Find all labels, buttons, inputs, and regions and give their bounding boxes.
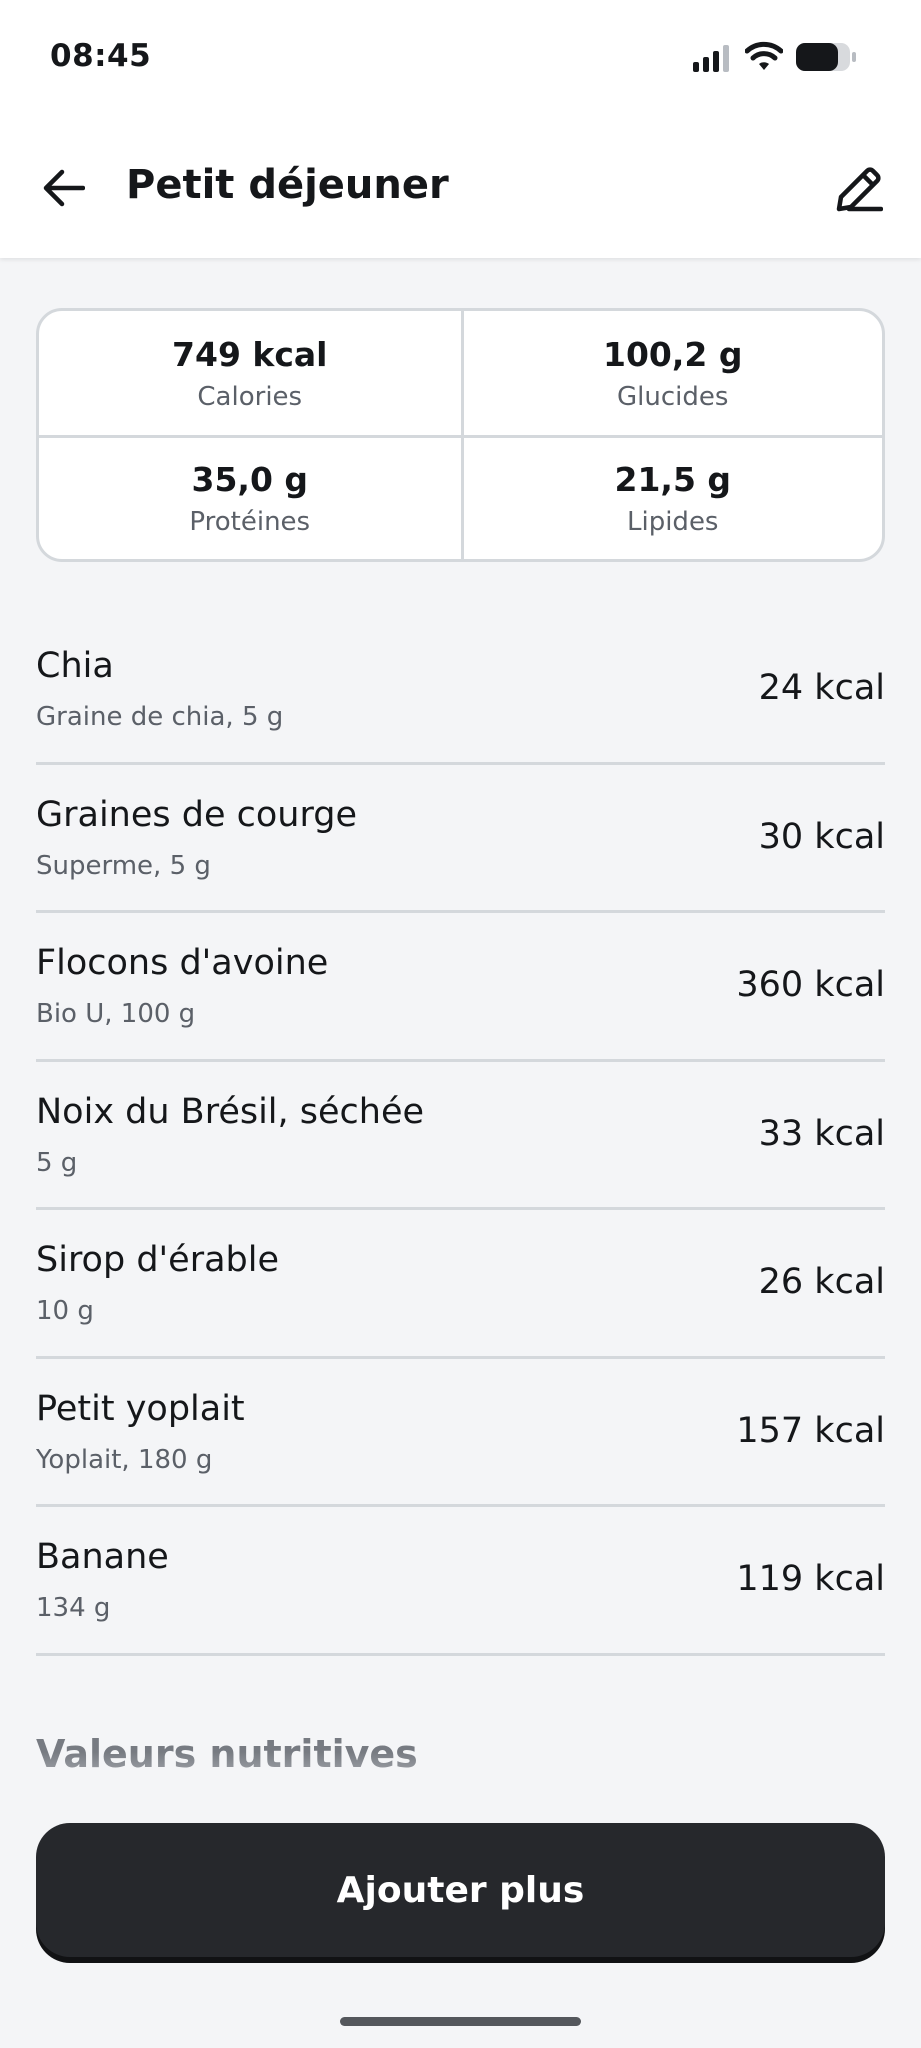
edit-button[interactable]	[830, 160, 888, 218]
food-detail: Yoplait, 180 g	[36, 1444, 213, 1475]
food-kcal: 119 kcal	[736, 1559, 885, 1599]
scroll-fade	[0, 1752, 921, 1812]
food-item[interactable]: Flocons d'avoine Bio U, 100 g 360 kcal	[36, 913, 885, 1062]
battery-icon	[796, 43, 856, 71]
food-item[interactable]: Banane 134 g 119 kcal	[36, 1507, 885, 1656]
food-item[interactable]: Petit yoplait Yoplait, 180 g 157 kcal	[36, 1359, 885, 1507]
food-name: Sirop d'érable	[36, 1240, 280, 1280]
summary-label: Glucides	[617, 381, 729, 412]
summary-label: Lipides	[627, 507, 719, 537]
food-item[interactable]: Chia Graine de chia, 5 g 24 kcal	[36, 616, 885, 765]
summary-value: 749 kcal	[172, 334, 328, 374]
food-detail: Graine de chia, 5 g	[36, 702, 284, 732]
food-item[interactable]: Sirop d'érable 10 g 26 kcal	[36, 1210, 885, 1359]
status-time: 08:45	[50, 38, 152, 74]
food-detail: Bio U, 100 g	[36, 999, 196, 1029]
summary-label: Calories	[197, 381, 303, 412]
food-kcal: 157 kcal	[736, 1410, 885, 1451]
food-detail: 10 g	[36, 1296, 94, 1326]
food-detail: Superme, 5 g	[36, 850, 211, 881]
wifi-icon	[745, 41, 783, 70]
summary-carbs: 100,2 g Glucides	[460, 311, 883, 435]
summary-protein: 35,0 g Protéines	[39, 435, 461, 559]
food-kcal: 360 kcal	[736, 965, 885, 1005]
arrow-left-icon	[43, 169, 85, 207]
food-name: Banane	[36, 1537, 169, 1577]
pencil-icon	[836, 167, 883, 212]
home-indicator	[340, 2017, 581, 2026]
food-detail: 5 g	[36, 1147, 78, 1178]
add-more-button[interactable]: Ajouter plus	[36, 1823, 885, 1957]
summary-fat: 21,5 g Lipides	[460, 435, 882, 559]
food-name: Petit yoplait	[36, 1388, 245, 1429]
food-name: Noix du Brésil, séchée	[36, 1091, 425, 1132]
back-button[interactable]	[36, 160, 92, 216]
cellular-signal-icon	[693, 45, 729, 72]
top-bar: 08:45 Petit déjeuner	[0, 0, 921, 258]
food-kcal: 33 kcal	[758, 1113, 885, 1154]
screen: 08:45 Petit déjeuner 749 kcal Calories 1…	[0, 0, 921, 2048]
food-kcal: 24 kcal	[758, 668, 885, 708]
summary-value: 35,0 g	[191, 460, 309, 499]
food-detail: 134 g	[36, 1593, 111, 1623]
page-title: Petit déjeuner	[126, 162, 449, 208]
food-kcal: 30 kcal	[758, 816, 885, 857]
food-item[interactable]: Noix du Brésil, séchée 5 g 33 kcal	[36, 1062, 885, 1210]
food-name: Graines de courge	[36, 794, 357, 835]
food-kcal: 26 kcal	[758, 1262, 885, 1302]
food-name: Flocons d'avoine	[36, 943, 329, 983]
nutrition-summary-card: 749 kcal Calories 100,2 g Glucides 35,0 …	[36, 308, 885, 562]
summary-value: 100,2 g	[603, 334, 743, 374]
food-name: Chia	[36, 646, 114, 686]
food-list: Chia Graine de chia, 5 g 24 kcal Graines…	[36, 616, 885, 1656]
summary-value: 21,5 g	[614, 460, 732, 499]
summary-label: Protéines	[189, 507, 311, 537]
summary-calories: 749 kcal Calories	[39, 311, 461, 435]
food-item[interactable]: Graines de courge Superme, 5 g 30 kcal	[36, 765, 885, 913]
